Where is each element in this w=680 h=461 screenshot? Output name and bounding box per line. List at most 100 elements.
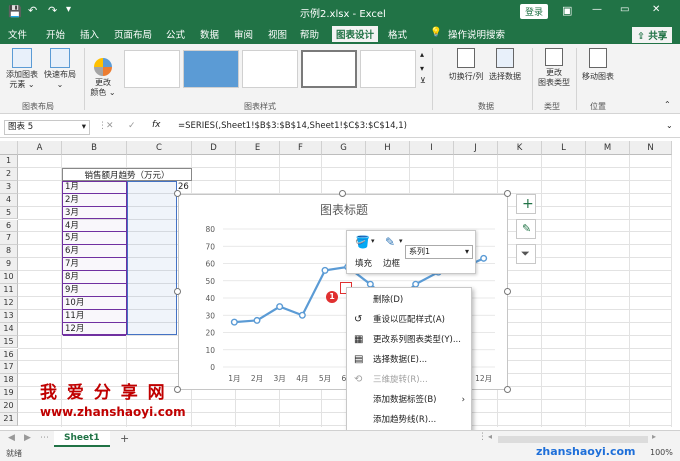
row-header-4[interactable]: 4: [0, 193, 18, 207]
column-header-K[interactable]: K: [498, 141, 542, 155]
month-cell[interactable]: 11月: [63, 310, 126, 323]
login-button[interactable]: 登录: [520, 4, 549, 19]
fill-bucket-icon[interactable]: 🪣: [355, 235, 370, 249]
insert-function-button[interactable]: fx: [152, 120, 161, 130]
switch-row-column-button[interactable]: 切换行/列: [446, 48, 486, 82]
undo-icon[interactable]: ↶: [28, 4, 37, 17]
customize-qat-icon[interactable]: ▾: [66, 4, 71, 15]
styles-scroll-up-icon[interactable]: ▴: [420, 50, 424, 59]
row-header-11[interactable]: 11: [0, 284, 18, 297]
data-point[interactable]: [321, 266, 329, 274]
save-icon[interactable]: 💾: [8, 5, 22, 18]
column-header-H[interactable]: H: [366, 141, 410, 155]
chart-resize-handle[interactable]: [504, 288, 511, 295]
add-sheet-button[interactable]: +: [120, 432, 129, 445]
row-header-7[interactable]: 7: [0, 232, 18, 246]
context-menu-item[interactable]: 添加趋势线(R)...: [347, 410, 471, 430]
table-title-cell[interactable]: 销售额月趋势（万元）: [62, 168, 192, 181]
row-header-5[interactable]: 5: [0, 206, 18, 220]
tab-data[interactable]: 数据: [200, 27, 219, 41]
data-point[interactable]: [480, 254, 488, 262]
month-cell[interactable]: 8月: [63, 271, 126, 284]
change-chart-type-button[interactable]: 更改 图表类型: [536, 48, 572, 88]
close-button[interactable]: ✕: [652, 4, 660, 15]
row-header-15[interactable]: 15: [0, 335, 18, 349]
month-cell[interactable]: 10月: [63, 297, 126, 310]
sheet-tab-sheet1[interactable]: Sheet1: [54, 431, 110, 447]
row-header-2[interactable]: 2: [0, 167, 18, 181]
column-header-F[interactable]: F: [280, 141, 322, 155]
move-chart-button[interactable]: 移动图表: [580, 48, 616, 82]
expand-formula-icon[interactable]: ⌄: [666, 121, 673, 130]
chart-style-2[interactable]: [183, 50, 239, 88]
column-header-D[interactable]: D: [192, 141, 236, 155]
column-header-M[interactable]: M: [586, 141, 630, 155]
month-cell[interactable]: 6月: [63, 245, 126, 259]
row-header-10[interactable]: 10: [0, 271, 18, 284]
month-cell[interactable]: 3月: [63, 207, 126, 220]
month-cell[interactable]: 9月: [63, 284, 126, 297]
tab-insert[interactable]: 插入: [80, 27, 99, 41]
row-header-16[interactable]: 16: [0, 348, 18, 362]
series-select-dropdown-icon[interactable]: ▾: [465, 246, 469, 258]
chart-resize-handle[interactable]: [504, 190, 511, 197]
column-header-J[interactable]: J: [454, 141, 498, 155]
tab-chart-design[interactable]: 图表设计: [332, 26, 379, 42]
context-menu-item[interactable]: 添加数据标签(B) ›: [347, 390, 471, 410]
row-header-13[interactable]: 13: [0, 309, 18, 323]
month-cell[interactable]: 1月: [63, 181, 126, 194]
row-header-1[interactable]: 1: [0, 155, 18, 168]
select-all-corner[interactable]: [0, 141, 18, 155]
tab-view[interactable]: 视图: [268, 27, 287, 41]
change-colors-button[interactable]: 更改 颜色 ⌄: [88, 58, 118, 98]
share-button[interactable]: ⇪ 共享: [632, 27, 673, 43]
tab-formulas[interactable]: 公式: [166, 27, 185, 41]
tab-file[interactable]: 文件: [8, 27, 27, 41]
horizontal-scrollbar[interactable]: [498, 436, 648, 443]
sheet-options-icon[interactable]: ⋯: [40, 433, 49, 443]
row-header-21[interactable]: 21: [0, 413, 18, 426]
scroll-left-icon[interactable]: ◂: [488, 432, 492, 441]
context-menu-item[interactable]: ▦ 更改系列图表类型(Y)...: [347, 330, 471, 350]
border-pen-icon[interactable]: ✎: [385, 235, 395, 249]
chart-style-1[interactable]: [124, 50, 180, 88]
row-header-6[interactable]: 6: [0, 219, 18, 233]
add-chart-element-button[interactable]: 添加图表 元素 ⌄: [4, 48, 40, 90]
ribbon-display-icon[interactable]: ▣: [562, 4, 572, 17]
chart-resize-handle[interactable]: [174, 288, 181, 295]
row-header-8[interactable]: 8: [0, 245, 18, 259]
month-cell[interactable]: 4月: [63, 220, 126, 233]
name-box[interactable]: 图表 5 ▾: [4, 120, 90, 135]
zoom-level[interactable]: 100%: [650, 448, 673, 457]
data-point[interactable]: [253, 316, 261, 324]
context-menu-item[interactable]: 删除(D): [347, 290, 471, 310]
chart-resize-handle[interactable]: [174, 190, 181, 197]
styles-more-icon[interactable]: ⊻: [420, 76, 426, 85]
next-sheet-icon[interactable]: ▶: [24, 433, 31, 443]
month-cell[interactable]: 5月: [63, 232, 126, 246]
row-header-9[interactable]: 9: [0, 258, 18, 272]
minimize-button[interactable]: —: [592, 4, 602, 15]
column-header-G[interactable]: G: [322, 141, 366, 155]
tab-splitter-icon[interactable]: ⋮: [478, 432, 487, 442]
month-cell[interactable]: 12月: [63, 323, 126, 336]
styles-scroll-down-icon[interactable]: ▾: [420, 64, 424, 73]
chart-styles-button[interactable]: ✎: [516, 219, 536, 239]
name-box-dropdown-icon[interactable]: ▾: [82, 121, 86, 134]
row-header-12[interactable]: 12: [0, 296, 18, 310]
chart-filters-button[interactable]: ⏷: [516, 244, 536, 264]
tab-home[interactable]: 开始: [46, 27, 65, 41]
enter-formula-button[interactable]: ✓: [128, 121, 136, 131]
cancel-formula-button[interactable]: ✕: [106, 121, 114, 131]
tab-review[interactable]: 审阅: [234, 27, 253, 41]
row-header-19[interactable]: 19: [0, 387, 18, 401]
row-header-14[interactable]: 14: [0, 322, 18, 336]
tab-format[interactable]: 格式: [388, 27, 407, 41]
data-point[interactable]: [276, 303, 284, 311]
scroll-right-icon[interactable]: ▸: [652, 432, 656, 441]
row-header-18[interactable]: 18: [0, 374, 18, 388]
column-header-N[interactable]: N: [630, 141, 672, 155]
chart-style-3[interactable]: [242, 50, 298, 88]
chart-resize-handle[interactable]: [339, 190, 346, 197]
tab-page-layout[interactable]: 页面布局: [114, 27, 152, 41]
